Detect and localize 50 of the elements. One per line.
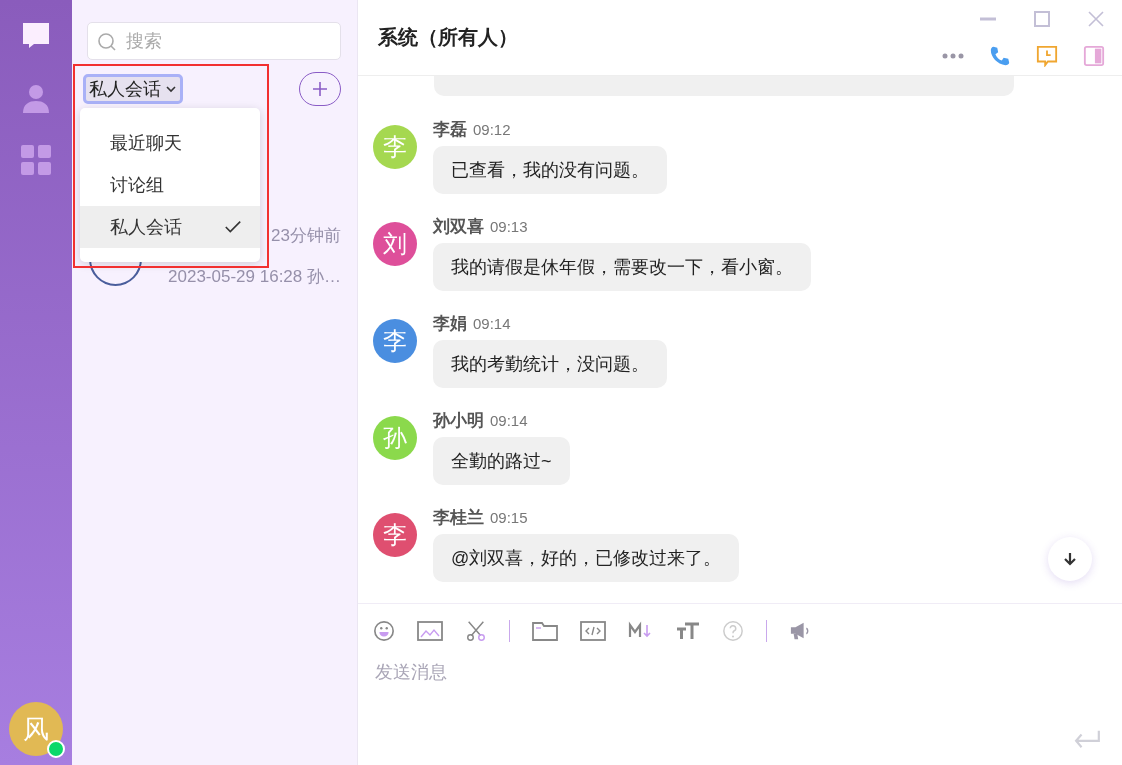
search-field[interactable]: 搜索 [87, 22, 341, 60]
conversation-preview: 2023-05-29 16:28 孙… [168, 266, 341, 288]
caret-icon [165, 83, 177, 95]
side-panel-icon[interactable] [1083, 45, 1105, 67]
close-icon[interactable] [1088, 11, 1104, 27]
user-avatar: 刘 [373, 221, 417, 266]
menu-item[interactable]: 私人会话 [80, 206, 260, 248]
more-icon[interactable] [942, 53, 964, 59]
message-bubble: @刘双喜，好的，已修改过来了。 [433, 533, 740, 582]
sender-name: 孙小明 [433, 409, 484, 432]
user-avatar: 孙 [373, 415, 417, 460]
scissors-icon[interactable] [465, 619, 487, 642]
message-bubble: 我的考勤统计，没问题。 [433, 339, 667, 388]
user-avatar: 李 [373, 512, 417, 557]
sender-name: 李磊 [433, 118, 467, 141]
chat-title: 系统（所有人） [378, 24, 518, 50]
emoji-icon[interactable] [373, 619, 395, 642]
message-time: 09:14 [490, 411, 528, 429]
menu-item[interactable]: 讨论组 [80, 164, 260, 206]
message-bubble: 全勤的路过~ [433, 436, 570, 485]
font-size-icon[interactable] [676, 620, 700, 641]
sender-name: 李娟 [433, 312, 467, 335]
help-icon[interactable] [722, 619, 744, 642]
code-icon[interactable] [580, 619, 606, 642]
plus-icon [312, 81, 328, 97]
user-avatar: 李 [373, 124, 417, 169]
alarm-message-icon[interactable] [1036, 45, 1058, 67]
menu-item[interactable]: 最近聊天 [80, 122, 260, 164]
search-icon [97, 32, 117, 52]
maximize-icon[interactable] [1034, 11, 1050, 27]
enter-icon[interactable] [1072, 729, 1102, 749]
conversation-time: 23分钟前 [271, 225, 341, 247]
filter-dropdown[interactable]: 私人会话 [83, 74, 183, 104]
folder-icon[interactable] [532, 619, 558, 642]
phone-icon[interactable] [989, 45, 1011, 67]
scroll-down-button[interactable] [1048, 536, 1092, 581]
apps-icon[interactable] [20, 144, 52, 176]
message-time: 09:12 [473, 120, 511, 138]
contacts-icon[interactable] [20, 82, 52, 114]
sender-name: 刘双喜 [433, 215, 484, 238]
user-avatar: 李 [373, 318, 417, 363]
message-time: 09:13 [490, 217, 528, 235]
message-time: 09:15 [490, 508, 528, 526]
message-bubble: 我的请假是休年假，需要改一下，看小窗。 [433, 242, 811, 291]
message-bubble: 已查看，我的没有问题。 [433, 145, 667, 194]
sender-name: 李桂兰 [433, 506, 484, 529]
message-time: 09:14 [473, 314, 511, 332]
arrow-down-icon [1062, 550, 1078, 567]
megaphone-icon[interactable] [789, 620, 811, 641]
image-icon[interactable] [417, 619, 443, 642]
